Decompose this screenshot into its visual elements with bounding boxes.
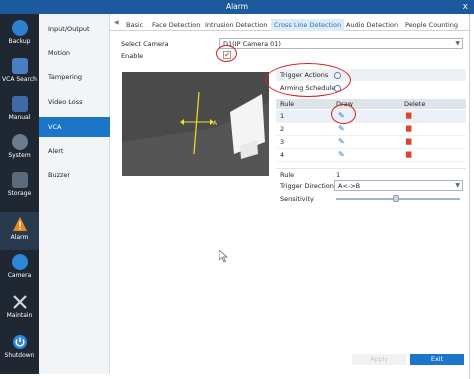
tab-intrusion-detection[interactable]: Intrusion Detection: [205, 19, 267, 31]
enable-label: Enable: [121, 52, 144, 60]
vca-search-icon: [11, 58, 28, 74]
nav-backup[interactable]: Backup: [0, 16, 39, 54]
arming-schedule-row: Arming Schedule: [276, 82, 466, 94]
delete-column-header: Delete: [404, 100, 426, 108]
submenu-vca[interactable]: VCA: [39, 117, 110, 137]
mouse-cursor-icon: [219, 250, 228, 263]
close-icon[interactable]: x: [463, 0, 468, 14]
select-camera-label: Select Camera: [121, 40, 169, 48]
submenu-buzzer[interactable]: Buzzer: [39, 165, 110, 185]
arming-schedule-button[interactable]: [334, 85, 341, 92]
system-icon: [11, 134, 28, 150]
delete-trash-icon[interactable]: ▆: [406, 137, 411, 145]
submenu-video-loss[interactable]: Video Loss: [39, 92, 110, 112]
arming-schedule-label: Arming Schedule: [280, 84, 336, 92]
table-row[interactable]: 2 ✎ ▆: [276, 123, 466, 136]
table-row[interactable]: 4 ✎ ▆: [276, 149, 466, 162]
main-nav: Backup VCA Search Manual System Storage …: [0, 14, 39, 374]
tab-audio-detection[interactable]: Audio Detection: [346, 19, 398, 31]
apply-button[interactable]: Apply: [352, 354, 406, 365]
sensitivity-label: Sensitivity: [280, 195, 314, 203]
nav-shutdown[interactable]: Shutdown: [0, 330, 39, 368]
delete-trash-icon[interactable]: ▆: [406, 150, 411, 158]
window-titlebar: Alarm x: [0, 0, 474, 14]
rule-value: 1: [336, 171, 341, 179]
live-video-preview[interactable]: A: [122, 72, 269, 176]
vca-tabs: ◀ Basic Face Detection Intrusion Detecti…: [110, 17, 474, 31]
nav-maintain[interactable]: Maintain: [0, 290, 39, 328]
rule-number: 2: [280, 125, 285, 133]
trigger-direction-value: A<->B: [338, 182, 361, 190]
submenu-motion[interactable]: Motion: [39, 43, 110, 63]
storage-icon: [11, 172, 28, 188]
alarm-submenu: Input/Output Motion Tampering Video Loss…: [39, 14, 110, 374]
rule-row: Rule 1: [276, 168, 466, 180]
nav-label: VCA Search: [2, 76, 37, 83]
nav-vca-search[interactable]: VCA Search: [0, 54, 39, 92]
submenu-alert[interactable]: Alert: [39, 141, 110, 161]
nav-label: Alarm: [10, 234, 29, 241]
tab-cross-line-detection[interactable]: Cross Line Detection: [271, 19, 345, 31]
nav-label: Shutdown: [4, 352, 35, 359]
nav-label: Storage: [7, 190, 32, 197]
tab-basic[interactable]: Basic: [126, 19, 143, 31]
enable-checkbox[interactable]: ✔: [223, 51, 231, 59]
tab-people-counting[interactable]: People Counting: [405, 19, 458, 31]
trigger-direction-select[interactable]: A<->B ▼: [334, 180, 463, 191]
sensitivity-slider-thumb[interactable]: [392, 195, 399, 202]
nav-label: Maintain: [6, 312, 33, 319]
manual-icon: [11, 96, 28, 112]
window-edge: [469, 14, 474, 379]
nav-label: System: [8, 152, 31, 159]
rules-table-header: Rule Draw Delete: [276, 99, 466, 109]
trigger-actions-row: Trigger Actions: [276, 69, 466, 81]
trigger-actions-button[interactable]: [334, 72, 341, 79]
shutdown-icon: [12, 335, 27, 349]
backup-icon: [11, 20, 28, 36]
delete-trash-icon[interactable]: ▆: [406, 111, 411, 119]
nav-storage[interactable]: Storage: [0, 168, 39, 206]
chevron-down-icon: ▼: [455, 40, 460, 47]
nav-label: Backup: [8, 38, 31, 45]
submenu-tampering[interactable]: Tampering: [39, 67, 110, 87]
alarm-icon: [12, 217, 27, 231]
trigger-direction-label: Trigger Direction: [280, 182, 334, 190]
rule-number: 1: [280, 112, 285, 120]
nav-alarm[interactable]: Alarm: [0, 212, 39, 250]
rule-column-header: Rule: [280, 100, 295, 108]
nav-label: Camera: [7, 272, 32, 279]
tab-face-detection[interactable]: Face Detection: [152, 19, 200, 31]
rule-label: Rule: [280, 171, 295, 179]
table-row[interactable]: 3 ✎ ▆: [276, 136, 466, 149]
tab-scroll-left-icon[interactable]: ◀: [114, 19, 119, 26]
content-area: ◀ Basic Face Detection Intrusion Detecti…: [110, 14, 474, 374]
nav-label: Manual: [8, 114, 31, 121]
submenu-input-output[interactable]: Input/Output: [39, 19, 110, 39]
nav-camera[interactable]: Camera: [0, 250, 39, 288]
trigger-actions-label: Trigger Actions: [280, 71, 329, 79]
maintain-icon: [12, 295, 27, 309]
delete-trash-icon[interactable]: ▆: [406, 124, 411, 132]
video-scene: A: [122, 72, 269, 176]
draw-pencil-icon[interactable]: ✎: [338, 137, 345, 146]
exit-button[interactable]: Exit: [410, 354, 464, 365]
draw-pencil-icon[interactable]: ✎: [338, 150, 345, 159]
rule-number: 3: [280, 138, 285, 146]
draw-column-header: Draw: [336, 100, 353, 108]
camera-select-value: D1(IP Camera 01): [223, 40, 281, 48]
camera-icon: [11, 254, 28, 270]
draw-pencil-icon[interactable]: ✎: [338, 111, 345, 120]
nav-manual[interactable]: Manual: [0, 92, 39, 130]
table-row[interactable]: 1 ✎ ▆: [276, 110, 466, 123]
rule-number: 4: [280, 151, 285, 159]
draw-pencil-icon[interactable]: ✎: [338, 124, 345, 133]
nav-system[interactable]: System: [0, 130, 39, 168]
chevron-down-icon: ▼: [455, 182, 460, 189]
window-title: Alarm: [225, 2, 249, 11]
camera-select[interactable]: D1(IP Camera 01) ▼: [219, 38, 463, 49]
